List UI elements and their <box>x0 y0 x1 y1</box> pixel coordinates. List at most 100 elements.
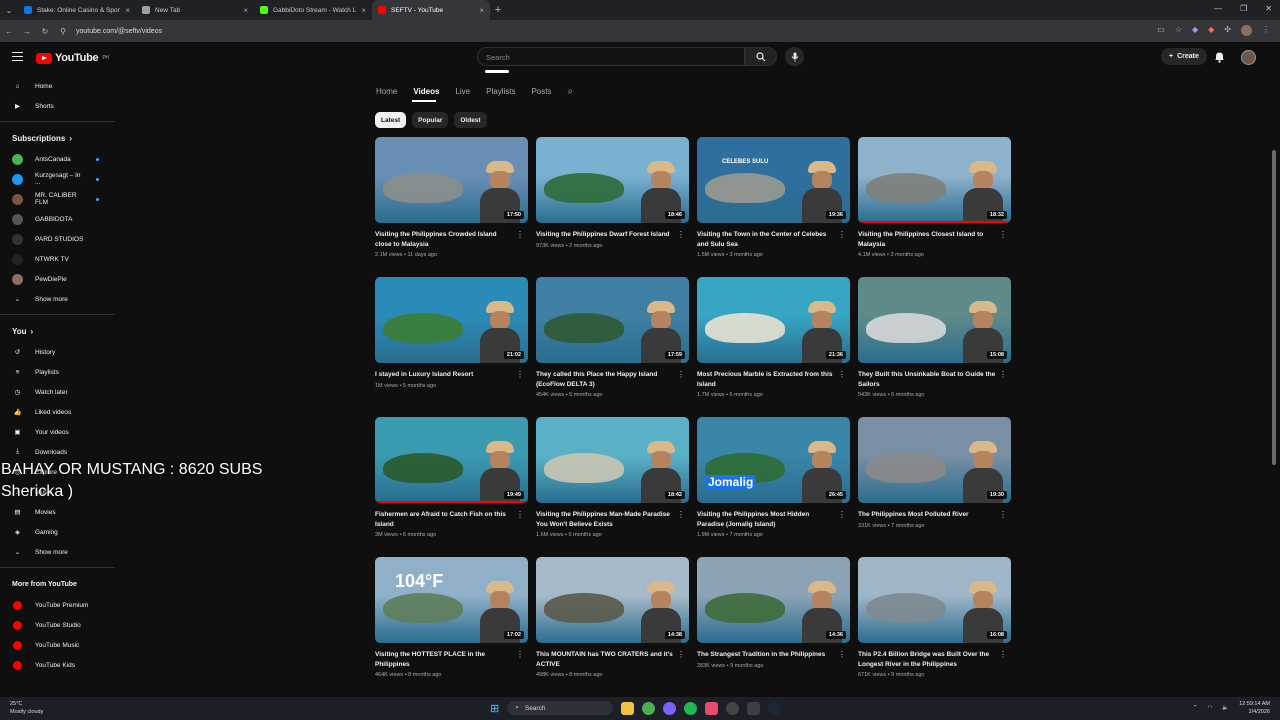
file-explorer-icon[interactable] <box>621 701 635 715</box>
sidebar-item[interactable]: 👍 Liked videos <box>0 402 115 422</box>
sidebar-item[interactable]: ⌄ Show more <box>0 289 115 309</box>
search-button[interactable] <box>745 47 777 66</box>
browser-tab[interactable]: Stake: Online Casino & Sports × <box>18 0 136 20</box>
sidebar-item[interactable]: ▤ Movies <box>0 502 115 522</box>
sidebar-item[interactable]: ▣ Your videos <box>0 422 115 442</box>
video-thumbnail[interactable]: 19:30 <box>858 417 1011 503</box>
maximize-icon[interactable]: ❐ <box>1240 4 1247 13</box>
video-card[interactable]: Jomalig 26:45 Visiting the Philippines Mos… <box>697 417 850 557</box>
windows-start-icon[interactable]: ⊞ <box>490 702 499 715</box>
video-title[interactable]: I stayed in Luxury Island Resort <box>375 370 515 380</box>
video-card[interactable]: CELEBES SULU 19:36 Visiting the Town in th… <box>697 137 850 277</box>
more-options-icon[interactable]: ⋮ <box>677 230 685 239</box>
video-thumbnail[interactable]: 21:02 <box>375 277 528 363</box>
video-title[interactable]: Visiting the Philippines Most Hidden Par… <box>697 510 837 529</box>
recording-app-icon[interactable] <box>705 701 719 715</box>
more-options-icon[interactable]: ⋮ <box>838 230 846 239</box>
sidebar-item[interactable]: YouTube Studio <box>0 615 115 635</box>
video-thumbnail[interactable]: 19:49 <box>375 417 528 503</box>
video-thumbnail[interactable]: Jomalig 26:45 <box>697 417 850 503</box>
video-thumbnail[interactable]: 14:38 <box>536 557 689 643</box>
sidebar-item[interactable]: ◈ Gaming <box>0 522 115 542</box>
video-card[interactable]: 16:08 This P2.4 Billion Bridge was Built … <box>858 557 1011 697</box>
forward-icon[interactable]: → <box>18 27 36 36</box>
tab-search-icon[interactable]: ⌄ <box>0 6 18 15</box>
sidebar-item[interactable]: YouTube Premium <box>0 595 115 615</box>
video-title[interactable]: Visiting the Philippines Man-Made Paradi… <box>536 510 676 529</box>
more-options-icon[interactable]: ⋮ <box>838 510 846 519</box>
video-title[interactable]: They Built this Unsinkable Boat to Guide… <box>858 370 998 389</box>
browser-menu-icon[interactable]: ⋮ <box>1262 25 1270 36</box>
video-card[interactable]: 18:32 Visiting the Philippines Closest Is… <box>858 137 1011 277</box>
sidebar-item[interactable]: ↺ History <box>0 342 115 362</box>
url-field[interactable]: youtube.com/@seftv/videos <box>76 28 162 35</box>
more-options-icon[interactable]: ⋮ <box>516 370 524 379</box>
weather-widget[interactable]: 25°C Mostly cloudy <box>10 700 43 716</box>
video-thumbnail[interactable]: 104°F 17:02 <box>375 557 528 643</box>
video-card[interactable]: 15:08 They Built this Unsinkable Boat to … <box>858 277 1011 417</box>
browser-tab[interactable]: GabbiDoto Stream - Watch Liv × <box>254 0 372 20</box>
chip-oldest[interactable]: Oldest <box>454 112 487 128</box>
more-options-icon[interactable]: ⋮ <box>999 230 1007 239</box>
subscriptions-heading[interactable]: Subscriptions › <box>0 127 115 149</box>
video-title[interactable]: Visiting the Philippines Dwarf Forest Is… <box>536 230 676 240</box>
video-title[interactable]: Most Precious Marble is Extracted from t… <box>697 370 837 389</box>
more-options-icon[interactable]: ⋮ <box>677 510 685 519</box>
volume-icon[interactable]: 🔈 <box>1222 705 1229 711</box>
video-title[interactable]: They called this Place the Happy Island … <box>536 370 676 389</box>
sidebar-item[interactable]: AntsCanada <box>0 149 115 169</box>
spotify-icon[interactable] <box>684 701 698 715</box>
tab-posts[interactable]: Posts <box>531 87 551 96</box>
video-thumbnail[interactable]: 18:32 <box>858 137 1011 223</box>
video-card[interactable]: 104°F 17:02 Visiting the HOTTEST PLACE in … <box>375 557 528 697</box>
video-thumbnail[interactable]: 15:08 <box>858 277 1011 363</box>
more-options-icon[interactable]: ⋮ <box>838 650 846 659</box>
sidebar-item[interactable]: ◷ Watch later <box>0 382 115 402</box>
video-thumbnail[interactable]: 18:42 <box>536 417 689 503</box>
page-scrollbar[interactable] <box>1272 150 1276 465</box>
back-icon[interactable]: ← <box>0 27 18 36</box>
video-thumbnail[interactable]: 14:36 <box>697 557 850 643</box>
video-title[interactable]: Fishermen are Afraid to Catch Fish on th… <box>375 510 515 529</box>
obs-icon[interactable] <box>726 701 740 715</box>
clock[interactable]: 12:59:14 AM 2/4/2026 <box>1239 700 1270 716</box>
tab-close-icon[interactable]: × <box>361 6 366 15</box>
new-tab-icon[interactable]: + <box>490 4 506 16</box>
video-thumbnail[interactable]: 16:08 <box>858 557 1011 643</box>
sidebar-item[interactable]: GABBIDOTA <box>0 209 115 229</box>
video-thumbnail[interactable]: 17:59 <box>536 277 689 363</box>
puzzle-icon[interactable]: ✣ <box>1224 25 1231 36</box>
browser-profile-avatar[interactable] <box>1241 25 1252 36</box>
youtube-logo[interactable]: YouTube PH <box>36 52 109 64</box>
more-options-icon[interactable]: ⋮ <box>838 370 846 379</box>
video-card[interactable]: 21:02 I stayed in Luxury Island Resort 1M … <box>375 277 528 417</box>
notifications-bell-icon[interactable] <box>1214 51 1225 63</box>
tab-close-icon[interactable]: × <box>125 6 130 15</box>
sidebar-item[interactable]: YouTube Kids <box>0 655 115 675</box>
minimize-icon[interactable]: — <box>1214 4 1222 13</box>
steam-icon[interactable] <box>768 701 782 715</box>
more-options-icon[interactable]: ⋮ <box>677 650 685 659</box>
more-options-icon[interactable]: ⋮ <box>516 510 524 519</box>
video-title[interactable]: Visiting the HOTTEST PLACE in the Philip… <box>375 650 515 669</box>
video-card[interactable]: 19:30 The Philippines Most Polluted River… <box>858 417 1011 557</box>
more-options-icon[interactable]: ⋮ <box>516 230 524 239</box>
video-card[interactable]: 17:50 Visiting the Philippines Crowded Is… <box>375 137 528 277</box>
video-title[interactable]: Visiting the Philippines Closest Island … <box>858 230 998 249</box>
menu-icon[interactable] <box>12 52 23 61</box>
sidebar-item[interactable]: NTWRK TV <box>0 249 115 269</box>
app-icon[interactable] <box>747 701 761 715</box>
extension-icon-2[interactable]: ◆ <box>1208 25 1214 36</box>
sidebar-item[interactable]: ≡ Playlists <box>0 362 115 382</box>
sidebar-item[interactable]: ⌄ Show more <box>0 542 115 562</box>
search-input[interactable]: Search <box>477 47 745 66</box>
close-window-icon[interactable]: ✕ <box>1265 4 1272 13</box>
tab-live[interactable]: Live <box>455 87 470 96</box>
create-button[interactable]: + Create <box>1161 48 1207 65</box>
bookmark-star-icon[interactable]: ☆ <box>1175 25 1182 36</box>
video-title[interactable]: This MOUNTAIN has TWO CRATERS and it's A… <box>536 650 676 669</box>
sidebar-item[interactable]: Kurzgesagt – In ... <box>0 169 115 189</box>
voice-search-button[interactable] <box>785 47 804 66</box>
tab-videos[interactable]: Videos <box>413 87 439 96</box>
video-title[interactable]: The Philippines Most Polluted River <box>858 510 998 520</box>
